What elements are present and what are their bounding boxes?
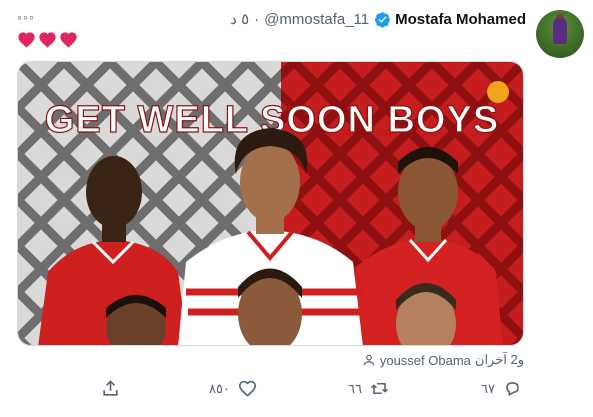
- player-bottom-left: [106, 295, 166, 345]
- person-icon: [363, 354, 375, 366]
- tagged-user-name[interactable]: youssef Obama: [380, 353, 471, 368]
- like-count: ٨٥٠: [209, 380, 230, 396]
- retweet-icon: [370, 382, 388, 395]
- avatar-figure: [553, 18, 567, 44]
- heart-emoji-icon: [39, 32, 56, 48]
- heart-emoji-icon: [18, 32, 35, 48]
- retweet-count: ٦٦: [348, 380, 362, 396]
- tweet-text: [17, 31, 78, 48]
- author-name[interactable]: Mostafa Mohamed: [395, 11, 526, 28]
- tweet[interactable]: ٥ د · @mmostafa_11 Mostafa Mohamed ◦◦◦ G…: [0, 0, 593, 417]
- club-logo-icon: [487, 81, 509, 103]
- separator-dot: ·: [254, 10, 260, 28]
- avatar[interactable]: [536, 10, 584, 58]
- tweet-image[interactable]: GET WELL SOON BOYS: [17, 61, 524, 346]
- player-bottom-center: [238, 268, 302, 345]
- reply-count: ٦٧: [481, 380, 495, 396]
- heart-icon: [238, 380, 257, 397]
- share-button[interactable]: [101, 379, 128, 398]
- share-icon: [103, 380, 118, 396]
- retweet-button[interactable]: ٦٦: [348, 379, 389, 398]
- heart-emoji-icon: [60, 32, 77, 48]
- tagged-users[interactable]: و2 آخران youssef Obama: [362, 352, 524, 368]
- tweet-image-artwork: GET WELL SOON BOYS: [18, 62, 523, 345]
- reply-icon: [506, 382, 519, 397]
- author-handle[interactable]: @mmostafa_11: [264, 11, 369, 28]
- verified-badge-icon: [375, 11, 391, 27]
- like-button[interactable]: ٨٥٠: [209, 379, 257, 398]
- tweet-actions: ٨٥٠ ٦٦ ٦٧: [0, 376, 593, 406]
- tweet-time[interactable]: ٥ د: [230, 10, 249, 28]
- player-bottom-right: [396, 283, 456, 345]
- more-options-icon[interactable]: ◦◦◦: [17, 10, 35, 24]
- tweet-header: ٥ د · @mmostafa_11 Mostafa Mohamed: [230, 9, 526, 29]
- reply-button[interactable]: ٦٧: [481, 379, 522, 398]
- tagged-others[interactable]: و2 آخران: [475, 352, 524, 368]
